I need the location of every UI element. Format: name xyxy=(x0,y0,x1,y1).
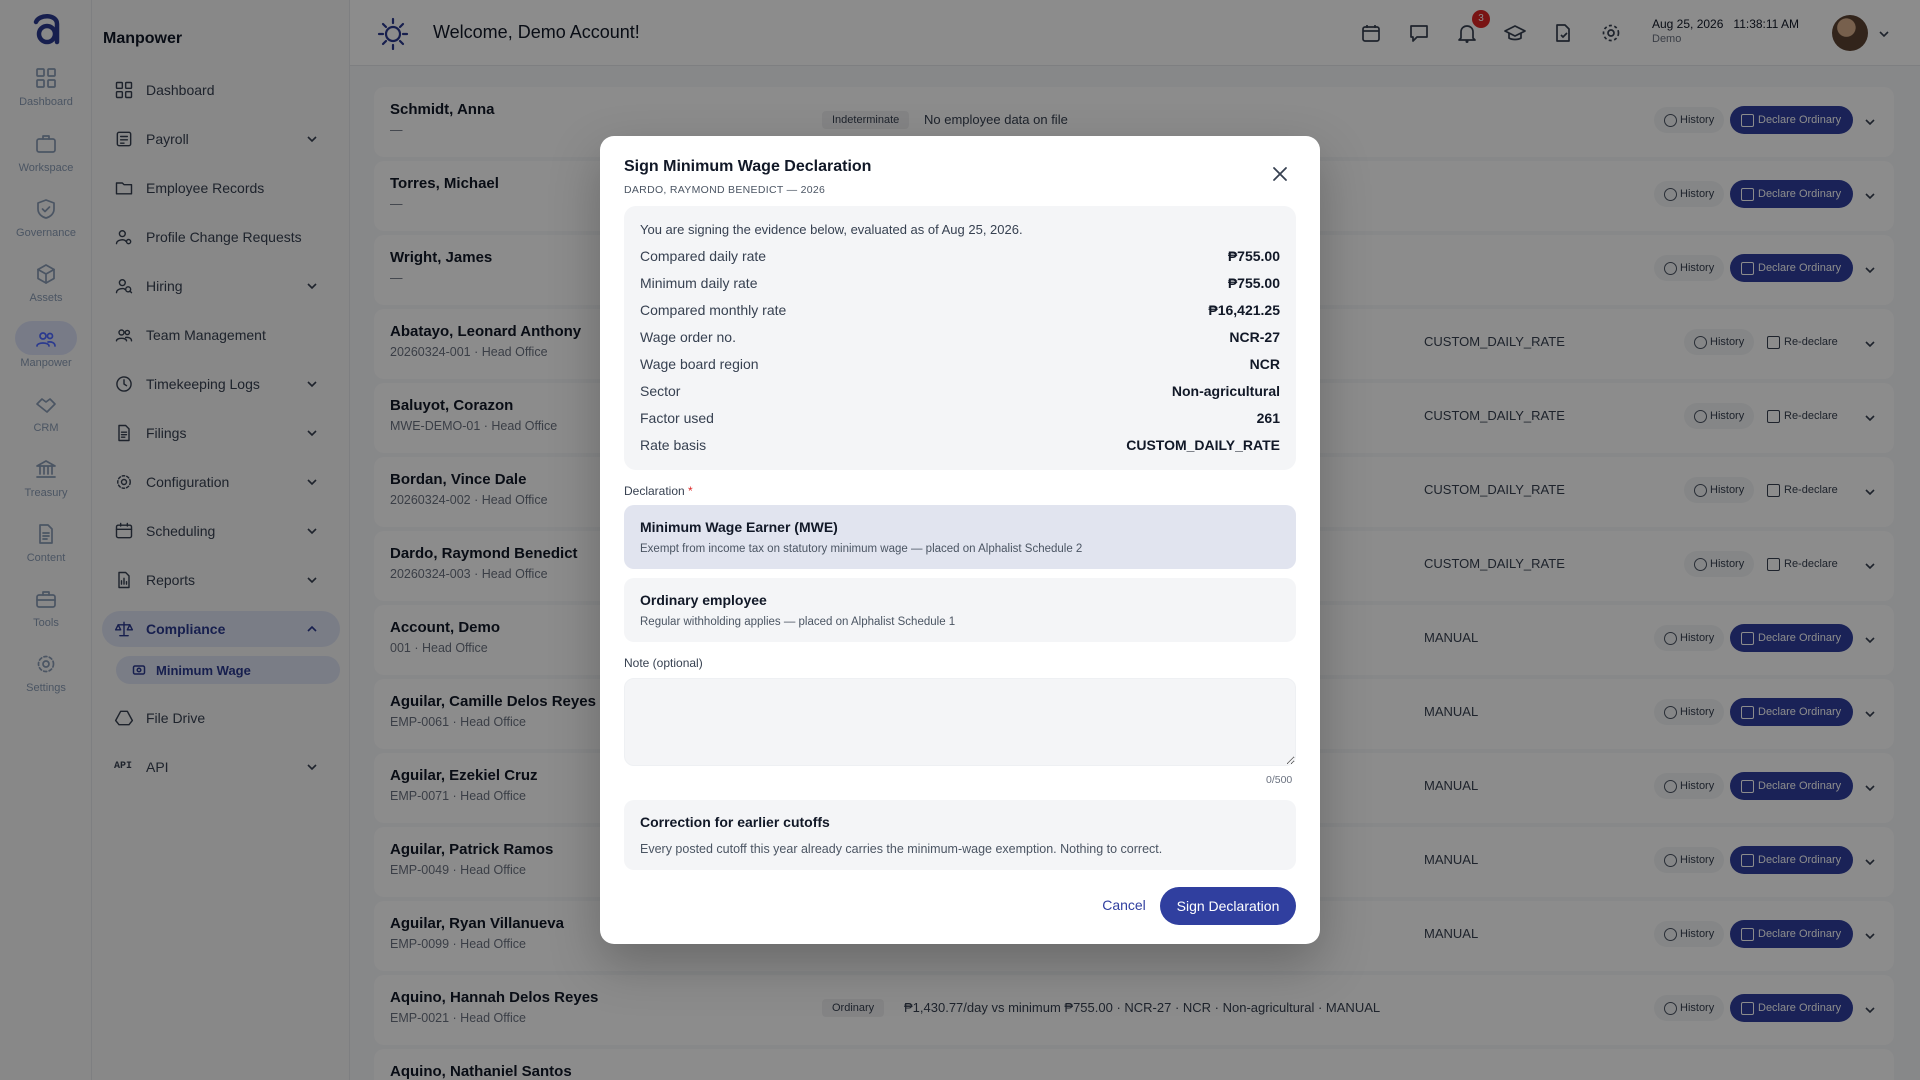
evidence-row: Rate basis CUSTOM_DAILY_RATE xyxy=(640,437,1280,459)
rail-item-label: Manpower xyxy=(20,357,72,369)
document-icon xyxy=(39,524,53,544)
evidence-value: ₱755.00 xyxy=(1227,275,1280,291)
people-icon xyxy=(36,332,56,347)
modal-title: Sign Minimum Wage Declaration xyxy=(624,158,872,175)
evidence-value: NCR xyxy=(1249,356,1280,372)
note-char-count: 0/500 xyxy=(1266,774,1293,786)
rail-item-label: Treasury xyxy=(24,487,68,499)
option-description: Exempt from income tax on statutory mini… xyxy=(640,543,1083,555)
evidence-label: Compared monthly rate xyxy=(640,302,787,318)
bank-icon xyxy=(36,460,56,478)
rail-item-label: CRM xyxy=(33,422,59,434)
option-mwe[interactable]: Minimum Wage Earner (MWE) Exempt from inc… xyxy=(624,505,1296,569)
rail-item-label: Settings xyxy=(26,682,66,694)
toolbox-icon xyxy=(36,591,56,608)
evidence-label: Factor used xyxy=(640,410,714,426)
evidence-value: NCR-27 xyxy=(1229,329,1280,345)
modal-subtitle: DARDO, RAYMOND BENEDICT — 2026 xyxy=(624,184,826,196)
declaration-label: Declaration * xyxy=(624,484,693,498)
evidence-value: 261 xyxy=(1256,410,1280,426)
correction-description: Every posted cutoff this year already ca… xyxy=(640,842,1163,856)
evidence-label: Compared daily rate xyxy=(640,248,767,264)
evidence-value: CUSTOM_DAILY_RATE xyxy=(1126,437,1280,453)
rail-item-label: Governance xyxy=(16,227,76,239)
evidence-value: Non-agricultural xyxy=(1171,383,1280,399)
evidence-row: Wage board region NCR xyxy=(640,356,1280,378)
evidence-row: Minimum daily rate ₱755.00 xyxy=(640,275,1280,297)
dashboard-icon xyxy=(36,68,56,88)
rail-item-label: Assets xyxy=(29,292,63,304)
briefcase-icon xyxy=(36,135,56,153)
note-label: Note (optional) xyxy=(624,656,703,670)
option-description: Regular withholding applies — placed on … xyxy=(640,616,956,628)
evidence-row: Compared daily rate ₱755.00 xyxy=(640,248,1280,270)
sign-declaration-modal: Sign Minimum Wage Declaration DARDO, RAY… xyxy=(600,136,1320,944)
correction-title: Correction for earlier cutoffs xyxy=(640,814,830,830)
cube-icon xyxy=(37,264,55,284)
evidence-row: Sector Non-agricultural xyxy=(640,383,1280,405)
option-title: Ordinary employee xyxy=(640,592,767,608)
rail-item-label: Workspace xyxy=(18,162,74,174)
evidence-panel: You are signing the evidence below, eval… xyxy=(624,206,1296,470)
option-title: Minimum Wage Earner (MWE) xyxy=(640,519,838,535)
gear-icon xyxy=(37,655,55,673)
evidence-label: Wage order no. xyxy=(640,329,736,345)
rail-item-label: Content xyxy=(26,552,66,564)
evidence-row: Compared monthly rate ₱16,421.25 xyxy=(640,302,1280,324)
rail-item-label: Dashboard xyxy=(19,96,73,108)
handshake-icon xyxy=(36,398,56,413)
evidence-row: Wage order no. NCR-27 xyxy=(640,329,1280,351)
evidence-label: Sector xyxy=(640,383,681,399)
close-icon[interactable] xyxy=(1268,162,1292,186)
evidence-label: Minimum daily rate xyxy=(640,275,758,291)
cancel-button[interactable]: Cancel xyxy=(1094,887,1154,923)
evidence-value: ₱16,421.25 xyxy=(1208,302,1280,318)
note-textarea[interactable] xyxy=(624,678,1296,766)
correction-panel: Correction for earlier cutoffs Every pos… xyxy=(624,800,1296,870)
option-ordinary[interactable]: Ordinary employee Regular withholding app… xyxy=(624,578,1296,642)
evidence-row: Factor used 261 xyxy=(640,410,1280,432)
evidence-label: Rate basis xyxy=(640,437,707,453)
sign-declaration-button[interactable]: Sign Declaration xyxy=(1160,887,1296,925)
rail-item-label: Tools xyxy=(33,617,59,629)
evidence-intro: You are signing the evidence below, eval… xyxy=(640,222,1023,237)
evidence-value: ₱755.00 xyxy=(1227,248,1280,264)
evidence-label: Wage board region xyxy=(640,356,759,372)
shield-icon xyxy=(37,199,55,219)
